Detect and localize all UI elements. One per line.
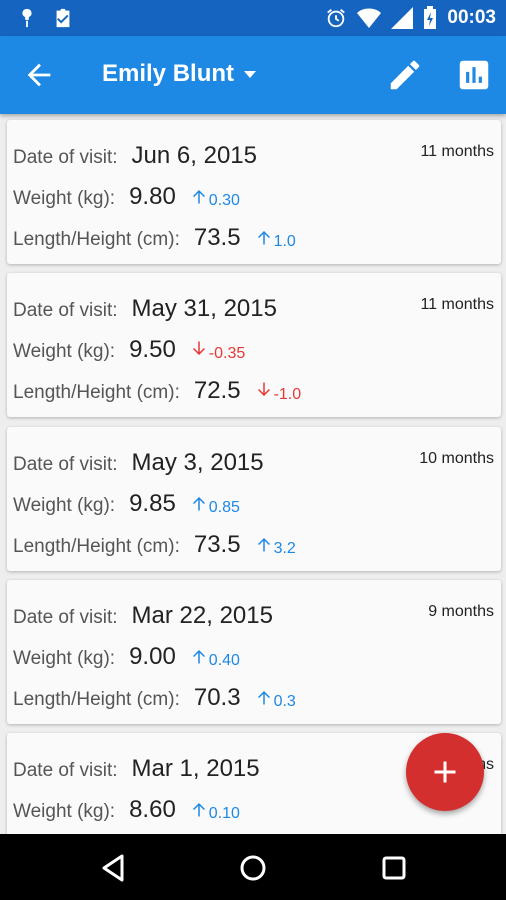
- length-delta: 3.2: [255, 534, 296, 557]
- date-label: Date of visit:: [13, 760, 118, 781]
- nav-home-icon[interactable]: [237, 852, 269, 884]
- date-label: Date of visit:: [13, 607, 118, 628]
- length-delta: 1.0: [255, 227, 296, 250]
- back-arrow-icon[interactable]: [22, 58, 56, 92]
- weight-label: Weight (kg):: [13, 188, 116, 209]
- app-bar: Emily Blunt: [0, 36, 506, 114]
- date-label: Date of visit:: [13, 147, 118, 168]
- weight-delta: 0.30: [190, 186, 240, 209]
- arrow-up-icon: [192, 497, 205, 511]
- cell-signal-icon: [391, 7, 414, 29]
- status-bar: 00:03: [0, 0, 506, 36]
- add-visit-button[interactable]: [406, 733, 484, 811]
- age-text: 11 months: [420, 296, 494, 313]
- profile-selector[interactable]: Emily Blunt: [102, 60, 258, 88]
- weight-value: 9.85: [129, 490, 176, 517]
- wifi-icon: [357, 8, 382, 28]
- length-label: Length/Height (cm):: [13, 689, 180, 710]
- visit-date: May 3, 2015: [131, 449, 264, 476]
- arrow-up-icon: [257, 538, 270, 552]
- bar-chart-icon[interactable]: [455, 56, 493, 94]
- arrow-up-icon: [257, 691, 270, 705]
- length-value: 73.5: [193, 224, 241, 251]
- date-label: Date of visit:: [13, 454, 118, 475]
- weight-value: 9.00: [129, 643, 176, 670]
- arrow-up-icon: [192, 650, 205, 664]
- dropdown-icon: [244, 71, 257, 78]
- weight-delta: 0.10: [190, 799, 240, 822]
- visit-date: May 31, 2015: [131, 295, 277, 322]
- system-nav-bar: [0, 834, 506, 900]
- length-delta: -1.0: [255, 380, 301, 403]
- length-label: Length/Height (cm):: [13, 229, 180, 250]
- clock: 00:03: [447, 7, 496, 28]
- date-label: Date of visit:: [13, 300, 118, 321]
- length-label: Length/Height (cm):: [13, 536, 180, 557]
- visit-list[interactable]: Date of visit: Jun 6, 2015 11 months Weig…: [0, 114, 506, 834]
- weight-label: Weight (kg):: [13, 801, 116, 822]
- weight-label: Weight (kg):: [13, 648, 116, 669]
- length-delta: 0.3: [255, 687, 296, 710]
- arrow-up-icon: [192, 803, 205, 817]
- alarm-icon: [327, 9, 346, 28]
- age-text: 11 months: [420, 143, 494, 160]
- add-icon: [434, 761, 456, 783]
- visit-date: Mar 1, 2015: [131, 755, 260, 782]
- weight-label: Weight (kg):: [13, 495, 116, 516]
- battery-charging-icon: [424, 6, 437, 29]
- length-value: 72.5: [193, 377, 241, 404]
- nav-recents-icon[interactable]: [378, 852, 410, 884]
- weight-label: Weight (kg):: [13, 341, 116, 362]
- visit-date: Mar 22, 2015: [131, 602, 273, 629]
- visit-card[interactable]: Date of visit: May 31, 2015 11 months Wei…: [7, 273, 501, 417]
- clipboard-check-icon: [56, 8, 70, 28]
- weight-value: 9.50: [129, 336, 176, 363]
- length-value: 73.5: [193, 531, 241, 558]
- edit-pencil-icon[interactable]: [386, 56, 424, 94]
- visit-card[interactable]: Date of visit: May 3, 2015 10 months Weig…: [7, 427, 501, 571]
- arrow-up-icon: [257, 231, 270, 245]
- length-label: Length/Height (cm):: [13, 382, 180, 403]
- arrow-up-icon: [192, 190, 205, 204]
- age-text: 10 months: [419, 450, 494, 467]
- arrow-down-icon: [192, 341, 205, 355]
- arrow-down-icon: [257, 382, 270, 396]
- visit-date: Jun 6, 2015: [131, 142, 257, 169]
- weight-value: 8.60: [129, 796, 176, 823]
- page-title: Emily Blunt: [102, 60, 235, 87]
- length-value: 70.3: [193, 684, 241, 711]
- weight-delta: 0.85: [190, 493, 240, 516]
- weight-delta: -0.35: [190, 339, 245, 362]
- nav-back-icon[interactable]: [98, 852, 130, 884]
- weight-value: 9.80: [129, 183, 176, 210]
- visit-card[interactable]: Date of visit: Mar 22, 2015 9 months Weig…: [7, 580, 501, 724]
- weight-delta: 0.40: [190, 646, 240, 669]
- visit-card[interactable]: Date of visit: Jun 6, 2015 11 months Weig…: [7, 120, 501, 264]
- age-text: 9 months: [428, 603, 494, 620]
- notification-icon: [22, 8, 32, 28]
